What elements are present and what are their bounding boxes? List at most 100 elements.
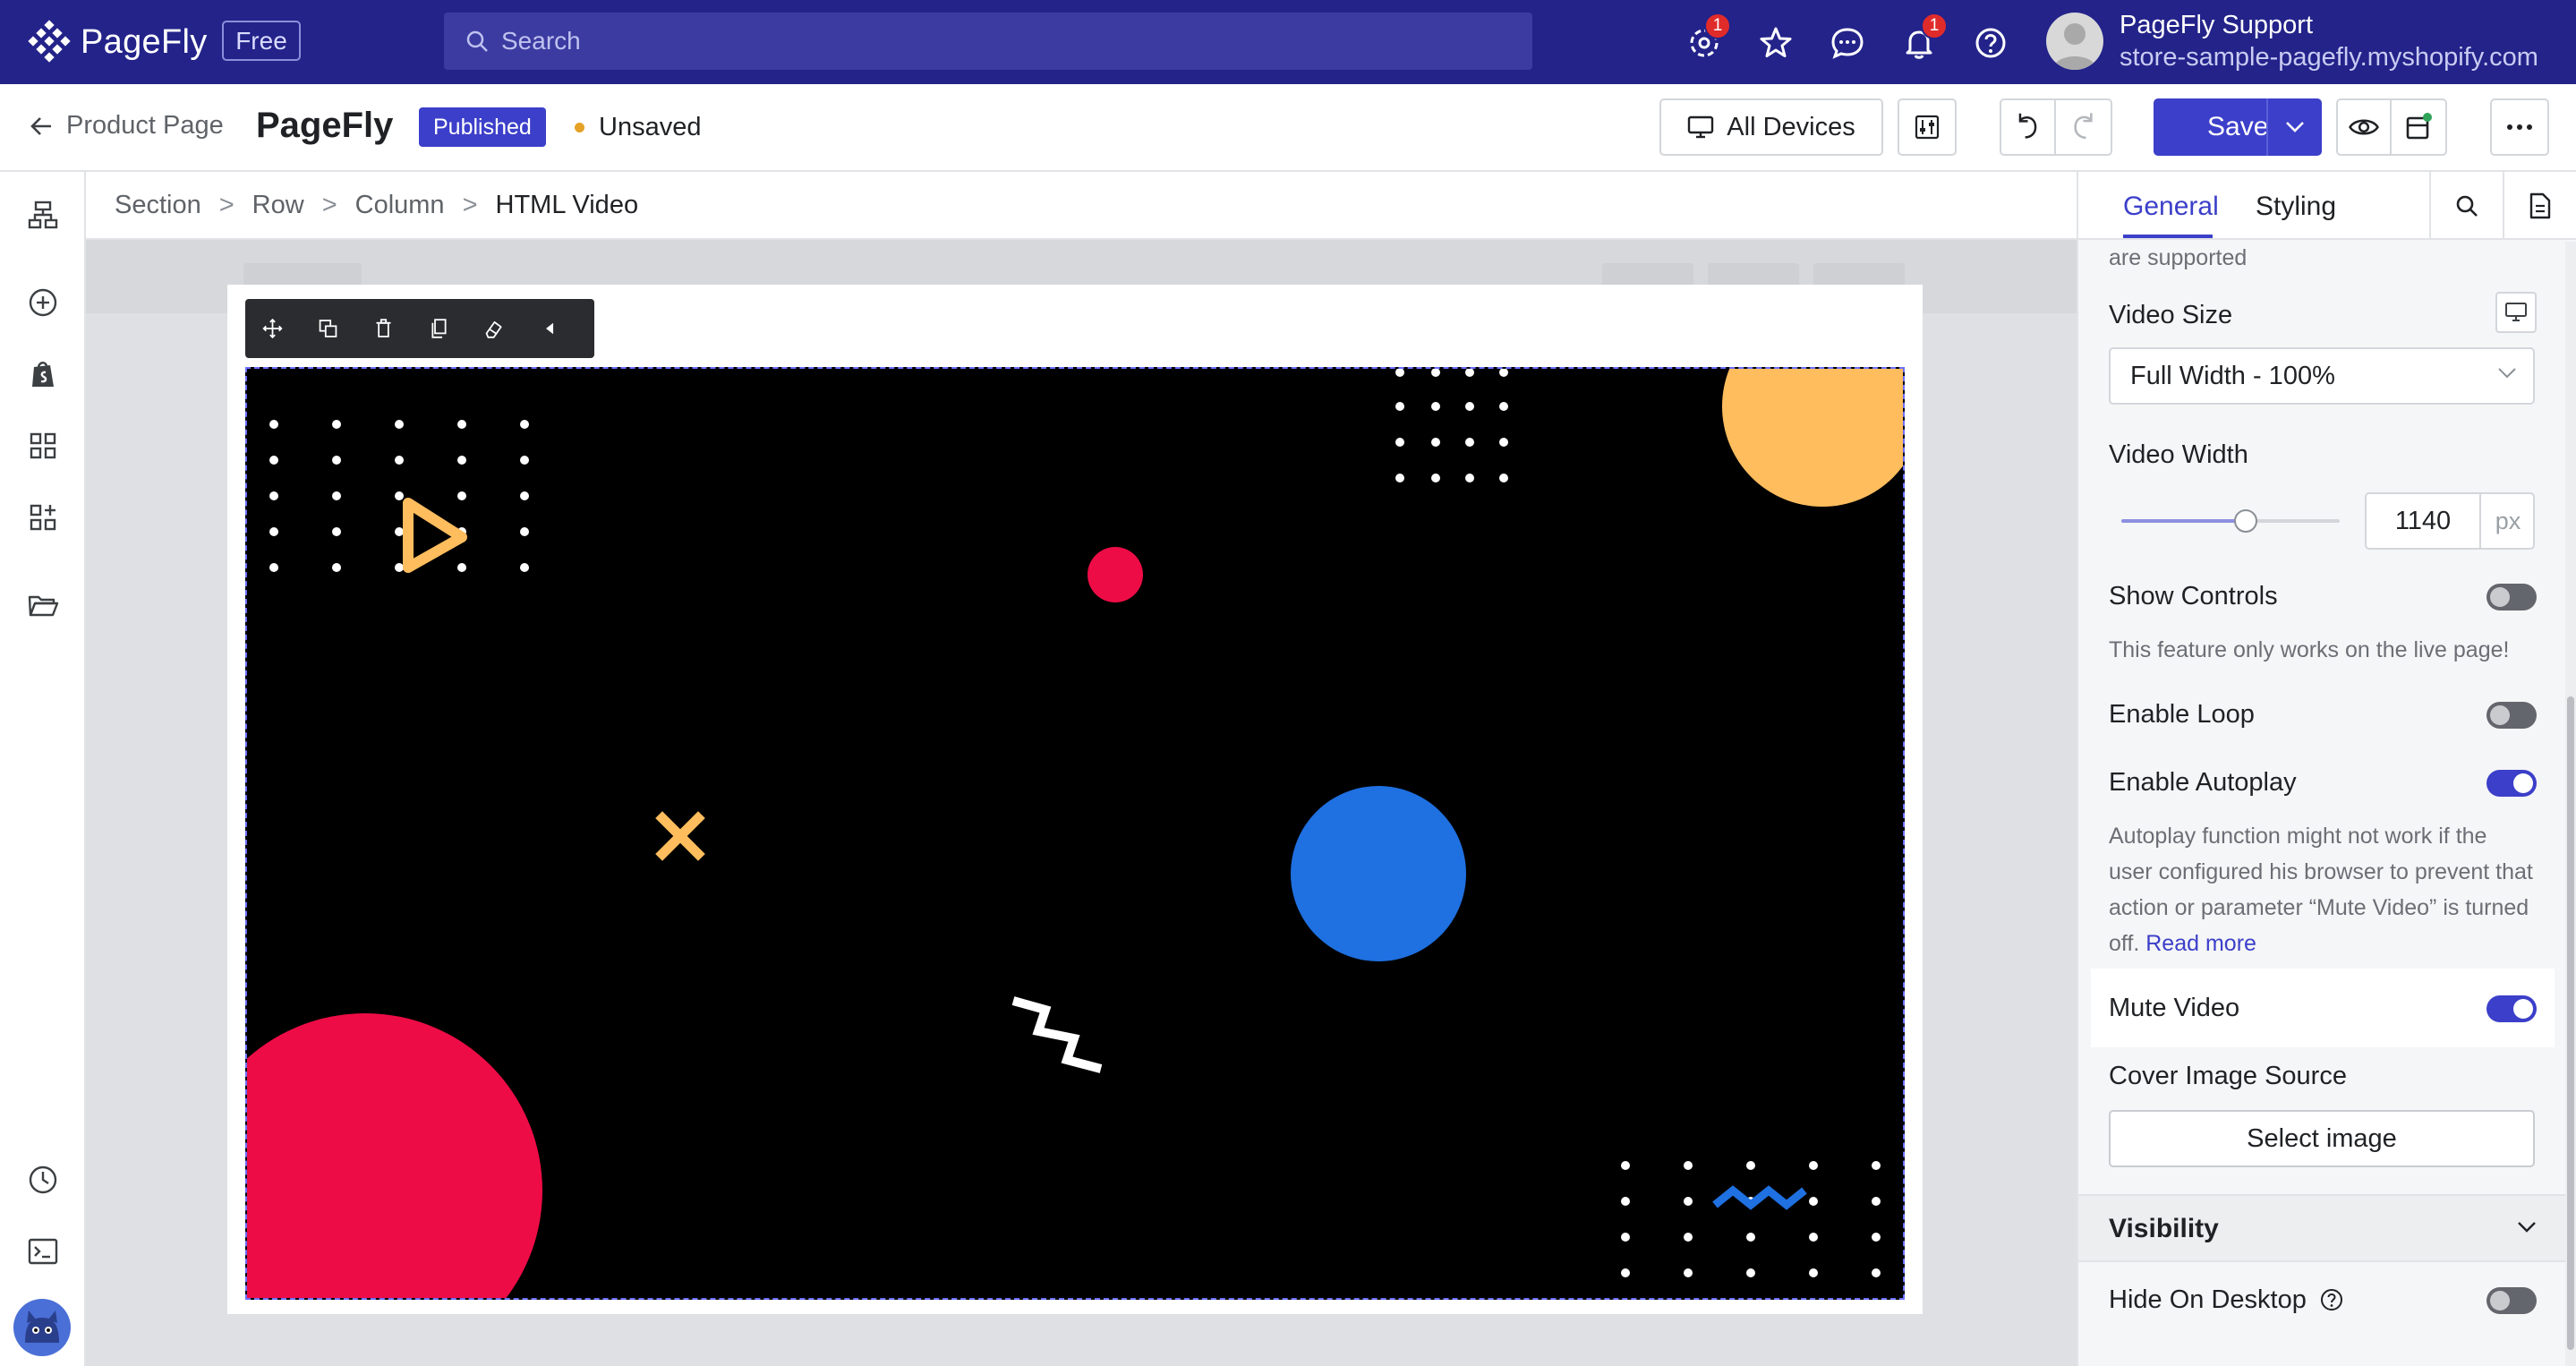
more-options-button[interactable]: [2490, 98, 2549, 156]
mute-video-toggle[interactable]: [2486, 995, 2537, 1022]
page-settings-button[interactable]: [1898, 98, 1957, 156]
save-options-dropdown[interactable]: [2266, 98, 2322, 156]
panel-scroll-content[interactable]: are supported Video Size Full Width - 10…: [2078, 242, 2565, 1366]
trash-icon[interactable]: [372, 316, 395, 341]
hide-on-desktop-label: Hide On Desktop: [2109, 1285, 2344, 1315]
plan-badge[interactable]: Free: [222, 21, 301, 61]
published-badge: Published: [419, 107, 546, 147]
tab-general[interactable]: General: [2123, 192, 2219, 222]
move-arrows-icon[interactable]: [261, 316, 284, 341]
video-size-value: Full Width - 100%: [2130, 361, 2335, 390]
device-selector-label: All Devices: [1727, 112, 1855, 141]
breadcrumb-row[interactable]: Row: [252, 191, 304, 220]
apps-add-icon[interactable]: [27, 501, 59, 534]
updates-count-badge: 1: [1704, 13, 1731, 39]
hide-on-desktop-toggle[interactable]: [2486, 1287, 2537, 1314]
visibility-title: Visibility: [2109, 1214, 2219, 1243]
help-icon[interactable]: [1971, 23, 2010, 63]
show-controls-toggle[interactable]: [2486, 584, 2537, 610]
user-avatar[interactable]: [2046, 13, 2103, 70]
enable-autoplay-label: Enable Autoplay: [2109, 768, 2297, 797]
tab-styling[interactable]: Styling: [2256, 192, 2336, 222]
video-width-value[interactable]: 1140: [2367, 494, 2479, 548]
properties-panel: General Styling are supported Video Size…: [2077, 172, 2576, 1366]
code-terminal-icon[interactable]: [27, 1235, 59, 1268]
chat-icon[interactable]: [1828, 23, 1867, 63]
video-width-input[interactable]: 1140 px: [2365, 492, 2535, 550]
pagefly-logo[interactable]: PageFly: [27, 20, 208, 64]
orange-play-triangle: [403, 498, 467, 573]
undo-icon[interactable]: [2001, 100, 2057, 154]
enable-loop-label: Enable Loop: [2109, 700, 2255, 729]
red-small-circle: [1088, 547, 1143, 602]
dot-grid-bottom-right: [1621, 1161, 1881, 1277]
video-size-select[interactable]: Full Width - 100%: [2109, 347, 2535, 405]
shopify-bag-icon[interactable]: [27, 358, 59, 390]
read-more-link[interactable]: Read more: [2145, 931, 2256, 956]
search-placeholder: Search: [501, 27, 581, 55]
slider-handle[interactable]: [2234, 509, 2258, 533]
help-circle-icon[interactable]: [2319, 1287, 2344, 1312]
collapse-left-icon[interactable]: [539, 316, 561, 341]
element-breadcrumb: Section > Row > Column > HTML Video: [86, 172, 2077, 240]
history-clock-icon[interactable]: [27, 1164, 59, 1196]
red-large-circle: [247, 1013, 542, 1298]
panel-search-button[interactable]: [2429, 172, 2503, 240]
arrow-left-icon: [30, 116, 51, 135]
enable-autoplay-toggle[interactable]: [2486, 770, 2537, 797]
editor-toolbar: Product Page PageFly Published Unsaved A…: [0, 84, 2576, 172]
panel-document-button[interactable]: [2503, 172, 2576, 240]
chevron-down-icon: [2498, 368, 2516, 379]
user-name[interactable]: PageFly Support: [2120, 11, 2313, 40]
panel-scrollbar[interactable]: [2565, 242, 2576, 1366]
enable-loop-toggle[interactable]: [2486, 702, 2537, 729]
back-label: Product Page: [66, 111, 224, 140]
editor-canvas[interactable]: [86, 240, 2077, 1366]
scrollbar-thumb[interactable]: [2567, 696, 2574, 1350]
desktop-icon: [2505, 303, 2527, 321]
user-silhouette-icon: [2053, 23, 2096, 70]
video-width-slider[interactable]: [2121, 509, 2340, 533]
video-width-unit[interactable]: px: [2479, 494, 2535, 548]
blue-circle: [1291, 786, 1466, 961]
brand-name: PageFly: [81, 22, 208, 61]
pagefly-logo-icon: [28, 20, 71, 63]
add-element-icon[interactable]: [27, 286, 59, 319]
support-mascot-icon[interactable]: [13, 1298, 72, 1357]
visibility-section-header[interactable]: Visibility: [2078, 1194, 2565, 1262]
folder-open-icon[interactable]: [27, 589, 59, 621]
user-store-domain[interactable]: store-sample-pagefly.myshopify.com: [2120, 43, 2538, 73]
redo-icon[interactable]: [2056, 100, 2111, 154]
white-zigzag: [1011, 996, 1103, 1073]
select-image-button[interactable]: Select image: [2109, 1110, 2535, 1167]
video-size-label: Video Size: [2109, 301, 2233, 329]
breadcrumb-section[interactable]: Section: [115, 191, 201, 220]
preview-eye-icon[interactable]: [2338, 100, 2392, 154]
preview-publish-group: [2336, 98, 2447, 156]
left-sidebar: [0, 172, 86, 1366]
undo-redo-group: [2000, 98, 2112, 156]
blue-zigzag: [1712, 1185, 1807, 1210]
html-video-element[interactable]: [245, 367, 1905, 1300]
active-tab-indicator: [2123, 235, 2213, 238]
chevron-right-icon: >: [218, 190, 235, 219]
star-icon[interactable]: [1756, 23, 1796, 63]
copy-icon[interactable]: [428, 316, 450, 341]
search-icon: [466, 30, 488, 52]
device-specific-toggle[interactable]: [2495, 292, 2537, 333]
back-to-product-page-link[interactable]: Product Page: [29, 111, 224, 141]
search-icon: [2456, 195, 2478, 217]
publish-page-icon[interactable]: [2392, 100, 2445, 154]
supported-formats-note: are supported: [2109, 245, 2248, 270]
duplicate-icon[interactable]: [317, 316, 339, 341]
sections-grid-icon[interactable]: [27, 430, 59, 462]
global-search-input[interactable]: Search: [444, 13, 1532, 70]
page-outline-icon[interactable]: [27, 199, 59, 231]
dot-grid-top-left: [269, 420, 529, 572]
breadcrumb-column[interactable]: Column: [355, 191, 445, 220]
eraser-style-icon[interactable]: [483, 316, 506, 341]
cover-image-label: Cover Image Source: [2109, 1062, 2347, 1090]
device-selector-button[interactable]: All Devices: [1659, 98, 1883, 156]
bell-count-badge: 1: [1921, 13, 1948, 39]
element-quick-toolbar: [245, 299, 594, 358]
